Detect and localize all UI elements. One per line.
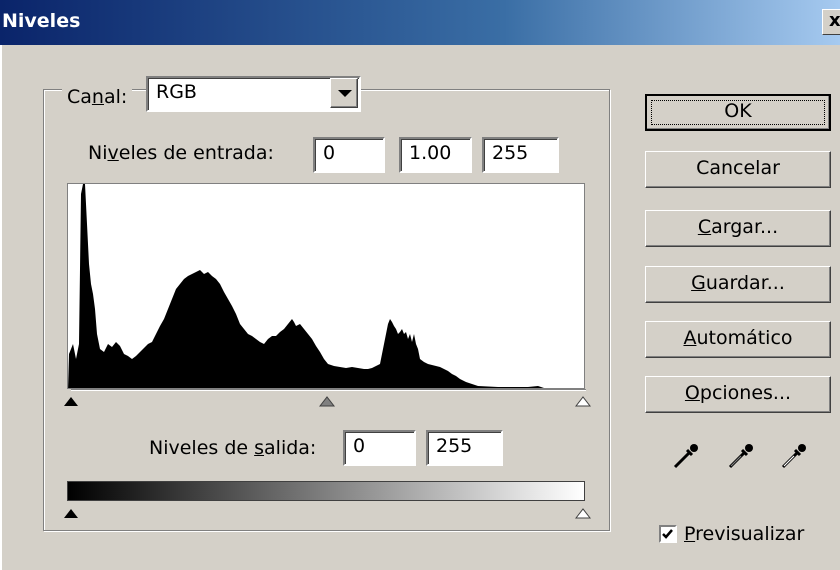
eyedropper-black-icon[interactable] [672, 442, 700, 470]
window-title: Niveles [2, 10, 81, 32]
title-bar: Niveles x [0, 0, 840, 45]
histogram [67, 183, 585, 389]
input-gamma-field[interactable]: 1.00 [399, 137, 472, 173]
ok-button[interactable]: OK [645, 94, 831, 131]
chevron-down-icon[interactable] [330, 78, 358, 108]
options-button[interactable]: Opciones... [645, 376, 831, 413]
load-button[interactable]: Cargar... [645, 210, 831, 247]
input-black-field[interactable]: 0 [313, 137, 385, 173]
channel-label: Canal: [62, 86, 133, 108]
eyedropper-gray-icon[interactable] [727, 442, 755, 470]
close-button[interactable]: x [822, 9, 840, 35]
output-slider[interactable] [63, 502, 593, 520]
output-gradient-bar [67, 481, 585, 501]
output-black-field[interactable]: 0 [343, 430, 416, 466]
input-slider[interactable] [63, 390, 593, 408]
output-levels-label: Niveles de salida: [149, 437, 317, 459]
input-gamma-slider [318, 396, 336, 407]
eyedropper-white-icon[interactable] [780, 442, 808, 470]
preview-checkbox[interactable] [659, 525, 677, 543]
output-white-field[interactable]: 255 [426, 430, 503, 466]
focus-rect [651, 100, 825, 125]
histogram-graph [68, 184, 544, 388]
input-white-field[interactable]: 255 [482, 137, 559, 173]
close-icon: x [829, 10, 840, 31]
input-levels-label: Niveles de entrada: [88, 142, 274, 164]
channel-select[interactable]: RGB [146, 76, 361, 112]
output-white-slider [574, 508, 592, 519]
input-black-slider [64, 397, 78, 406]
checkmark-icon [662, 529, 673, 539]
channel-value: RGB [156, 81, 197, 103]
input-white-slider [574, 396, 592, 407]
output-black-slider [64, 509, 78, 518]
auto-button[interactable]: Automático [645, 321, 831, 358]
save-button[interactable]: Guardar... [645, 266, 831, 303]
cancel-button[interactable]: Cancelar [645, 151, 831, 188]
preview-label[interactable]: Previsualizar [684, 523, 804, 545]
